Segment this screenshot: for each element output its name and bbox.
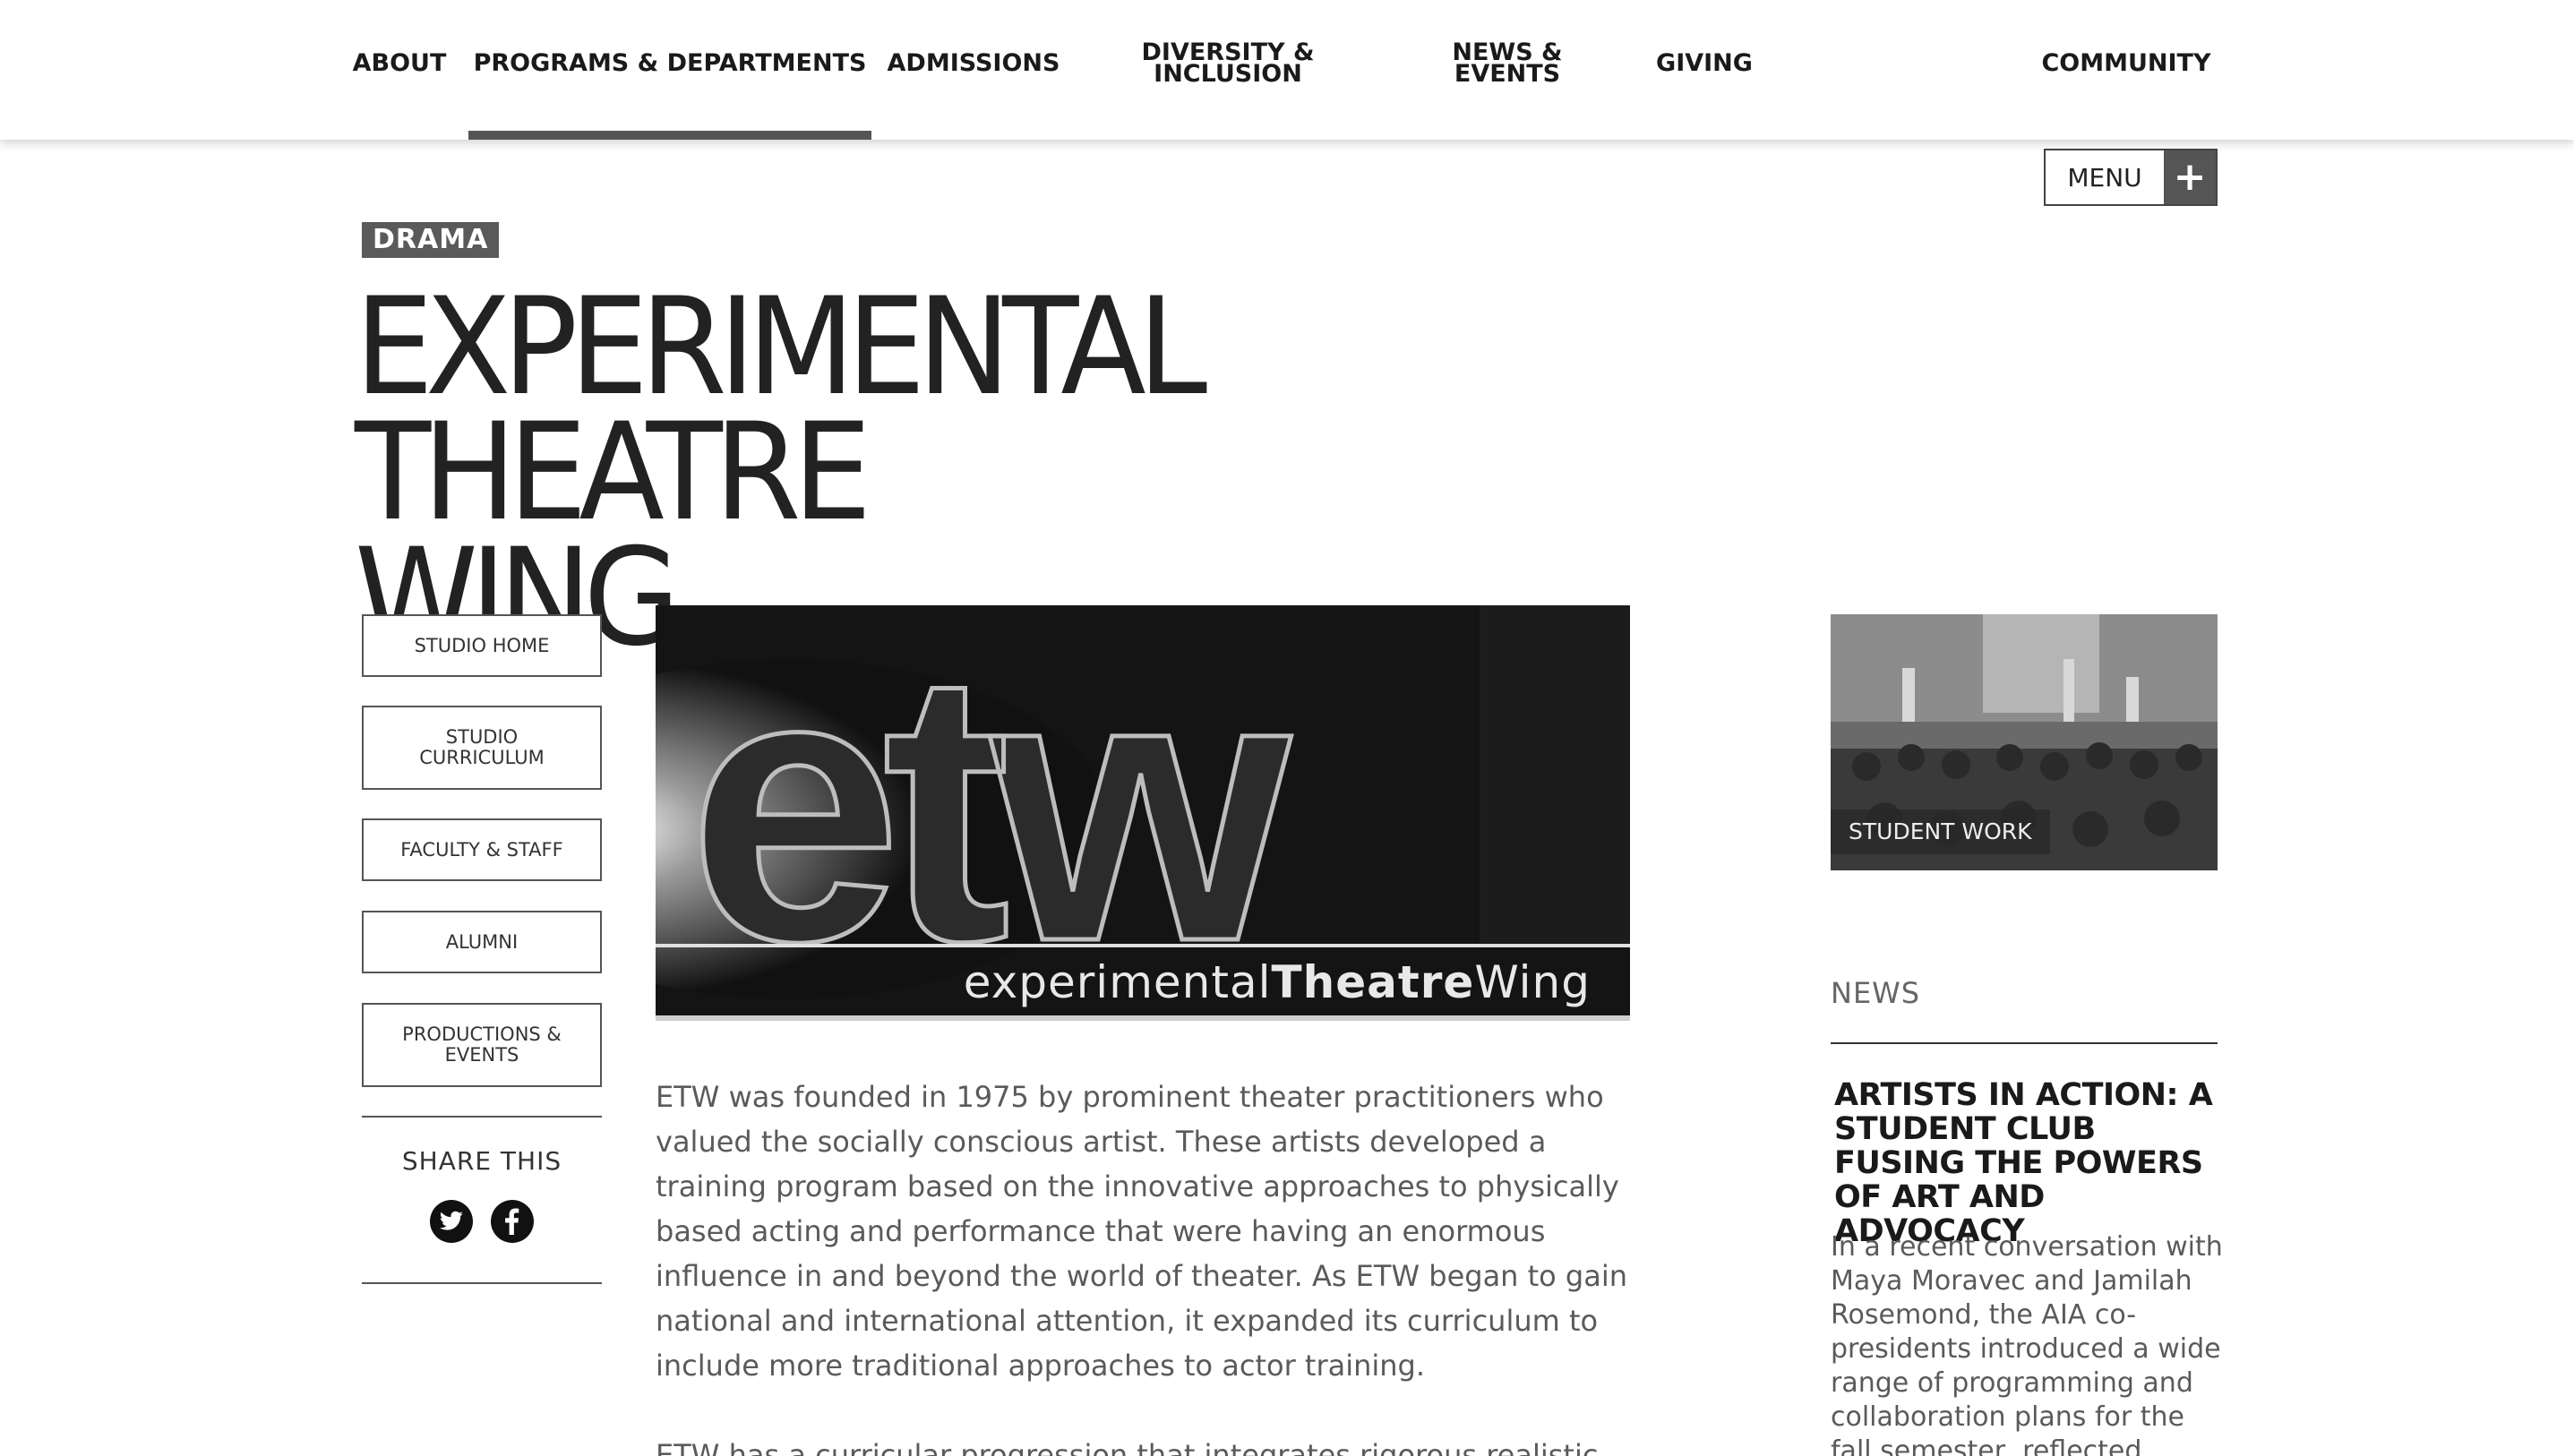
twitter-icon[interactable] bbox=[430, 1200, 473, 1243]
hero-bottom-border bbox=[656, 1015, 1630, 1021]
plus-icon: + bbox=[2164, 150, 2216, 204]
body-paragraph-1: ETW was founded in 1975 by prominent the… bbox=[656, 1080, 1628, 1383]
nav-diversity-inclusion[interactable]: DIVERSITY & INCLUSION bbox=[1125, 0, 1331, 140]
nav-news-events[interactable]: NEWS & EVENTS bbox=[1397, 0, 1617, 140]
sidebar-item-faculty-staff[interactable]: FACULTY & STAFF bbox=[362, 818, 602, 881]
page-title-line1: EXPERIMENTAL THEATRE bbox=[355, 270, 1207, 551]
body-paragraph-2: ETW has a curricular progression that in… bbox=[656, 1438, 1599, 1456]
sidebar-item-studio-home[interactable]: STUDIO HOME bbox=[362, 614, 602, 677]
nav-community[interactable]: COMMUNITY bbox=[2037, 0, 2216, 140]
share-divider-top bbox=[362, 1116, 602, 1118]
hero-caption-regular: experimental bbox=[963, 956, 1272, 1008]
student-work-card[interactable]: STUDENT WORK bbox=[1831, 614, 2218, 870]
share-title: SHARE THIS bbox=[401, 1146, 562, 1176]
news-divider bbox=[1831, 1042, 2218, 1044]
top-navigation: ABOUT PROGRAMS & DEPARTMENTS ADMISSIONS … bbox=[0, 0, 2574, 140]
sidebar-item-alumni[interactable]: ALUMNI bbox=[362, 911, 602, 973]
main-body-text: ETW was founded in 1975 by prominent the… bbox=[656, 1075, 1659, 1456]
sidebar-item-productions-events[interactable]: PRODUCTIONS & EVENTS bbox=[362, 1003, 602, 1087]
facebook-f-glyph bbox=[505, 1208, 519, 1235]
nav-about[interactable]: ABOUT bbox=[351, 0, 448, 140]
page-title: EXPERIMENTAL THEATRE WING bbox=[355, 270, 1687, 665]
hero-divider-line bbox=[656, 944, 1630, 947]
nav-diversity-line2: INCLUSION bbox=[1154, 60, 1302, 88]
sidebar-item-studio-curriculum[interactable]: STUDIO CURRICULUM bbox=[362, 706, 602, 790]
category-tag[interactable]: DRAMA bbox=[362, 222, 500, 258]
hero-caption: experimentalTheatreWing bbox=[964, 956, 1591, 1008]
nav-admissions[interactable]: ADMISSIONS bbox=[887, 0, 1060, 140]
hero-caption-bold: Theatre bbox=[1271, 956, 1475, 1008]
facebook-icon[interactable] bbox=[491, 1200, 534, 1243]
hero-caption-end: Wing bbox=[1474, 956, 1591, 1008]
menu-label: MENU bbox=[2067, 162, 2142, 193]
hero-logo-word: etw bbox=[686, 605, 1293, 1021]
menu-button[interactable]: MENU + bbox=[2044, 149, 2218, 206]
news-article-title[interactable]: ARTISTS IN ACTION: A STUDENT CLUB FUSING… bbox=[1834, 1078, 2219, 1248]
etw-logo-image: etw experimentalTheatreWing bbox=[656, 605, 1630, 1021]
student-work-label: STUDENT WORK bbox=[1831, 809, 2050, 854]
share-divider-bottom bbox=[362, 1282, 602, 1284]
news-article-excerpt: In a recent conversation with Maya Morav… bbox=[1831, 1231, 2223, 1456]
news-heading: NEWS bbox=[1831, 976, 1921, 1010]
twitter-bird-glyph bbox=[440, 1211, 463, 1230]
nav-programs-departments[interactable]: PROGRAMS & DEPARTMENTS bbox=[468, 0, 871, 140]
nav-giving[interactable]: GIVING bbox=[1652, 0, 1757, 140]
